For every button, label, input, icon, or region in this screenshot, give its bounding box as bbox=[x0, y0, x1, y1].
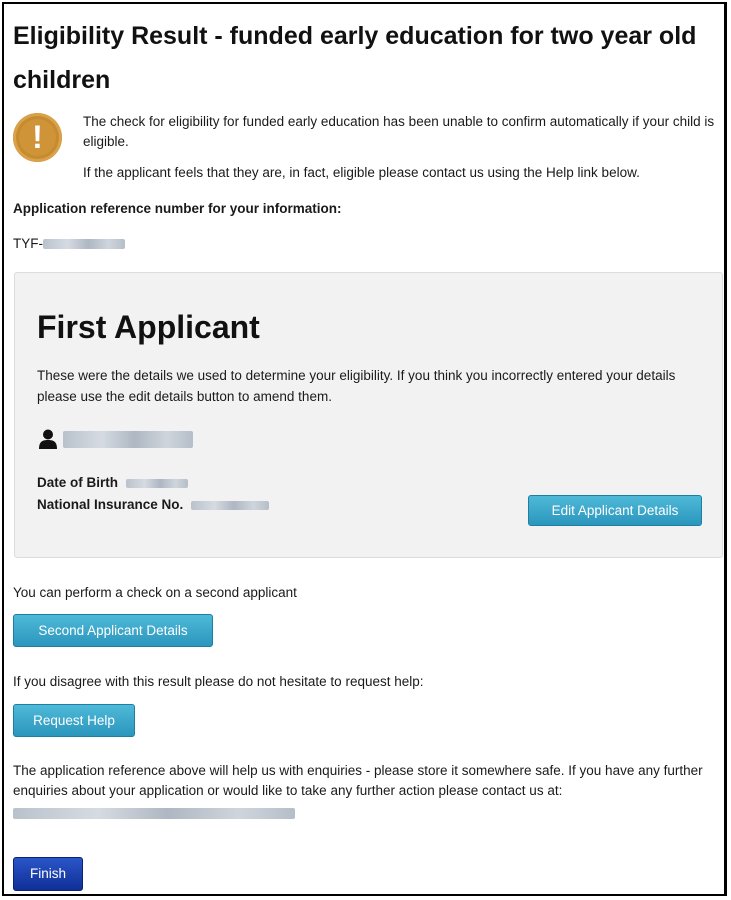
redacted-contact-email[interactable] bbox=[13, 808, 295, 820]
alert-message-line2: If the applicant feels that they are, in… bbox=[83, 165, 640, 180]
second-applicant-details-button[interactable]: Second Applicant Details bbox=[13, 614, 213, 647]
redacted-name bbox=[63, 431, 193, 449]
panel-description: These were the details we used to determ… bbox=[37, 368, 676, 404]
dob-label: Date of Birth bbox=[37, 475, 118, 490]
applicant-name bbox=[63, 431, 193, 449]
reference-heading: Application reference number for your in… bbox=[13, 201, 342, 216]
alert-message: The check for eligibility for funded ear… bbox=[83, 112, 723, 194]
panel-title: First Applicant bbox=[37, 309, 260, 345]
redacted-dob bbox=[125, 478, 188, 488]
alert-message-line1: The check for eligibility for funded ear… bbox=[83, 114, 715, 149]
finish-button[interactable]: Finish bbox=[13, 857, 83, 891]
page-title: Eligibility Result - funded early educat… bbox=[13, 22, 697, 94]
redacted-nin bbox=[191, 500, 270, 510]
national-insurance: National Insurance No. bbox=[37, 497, 270, 512]
reference-prefix: TYF- bbox=[13, 236, 43, 251]
second-applicant-text: You can perform a check on a second appl… bbox=[13, 585, 297, 600]
date-of-birth: Date of Birth bbox=[37, 475, 188, 490]
request-help-button[interactable]: Request Help bbox=[13, 704, 135, 737]
first-applicant-panel: First Applicant These were the details w… bbox=[14, 272, 723, 558]
user-icon bbox=[39, 429, 57, 449]
page-frame: Eligibility Result - funded early educat… bbox=[2, 2, 727, 896]
enquiries-text: The application reference above will hel… bbox=[13, 761, 725, 821]
edit-applicant-details-button[interactable]: Edit Applicant Details bbox=[528, 495, 702, 526]
nin-label: National Insurance No. bbox=[37, 497, 184, 512]
request-help-text: If you disagree with this result please … bbox=[13, 674, 424, 689]
warning-exclamation-icon: ! bbox=[13, 113, 62, 162]
redacted-reference bbox=[43, 239, 125, 250]
reference-number: TYF- bbox=[13, 236, 125, 251]
enquiries-paragraph: The application reference above will hel… bbox=[13, 763, 703, 798]
